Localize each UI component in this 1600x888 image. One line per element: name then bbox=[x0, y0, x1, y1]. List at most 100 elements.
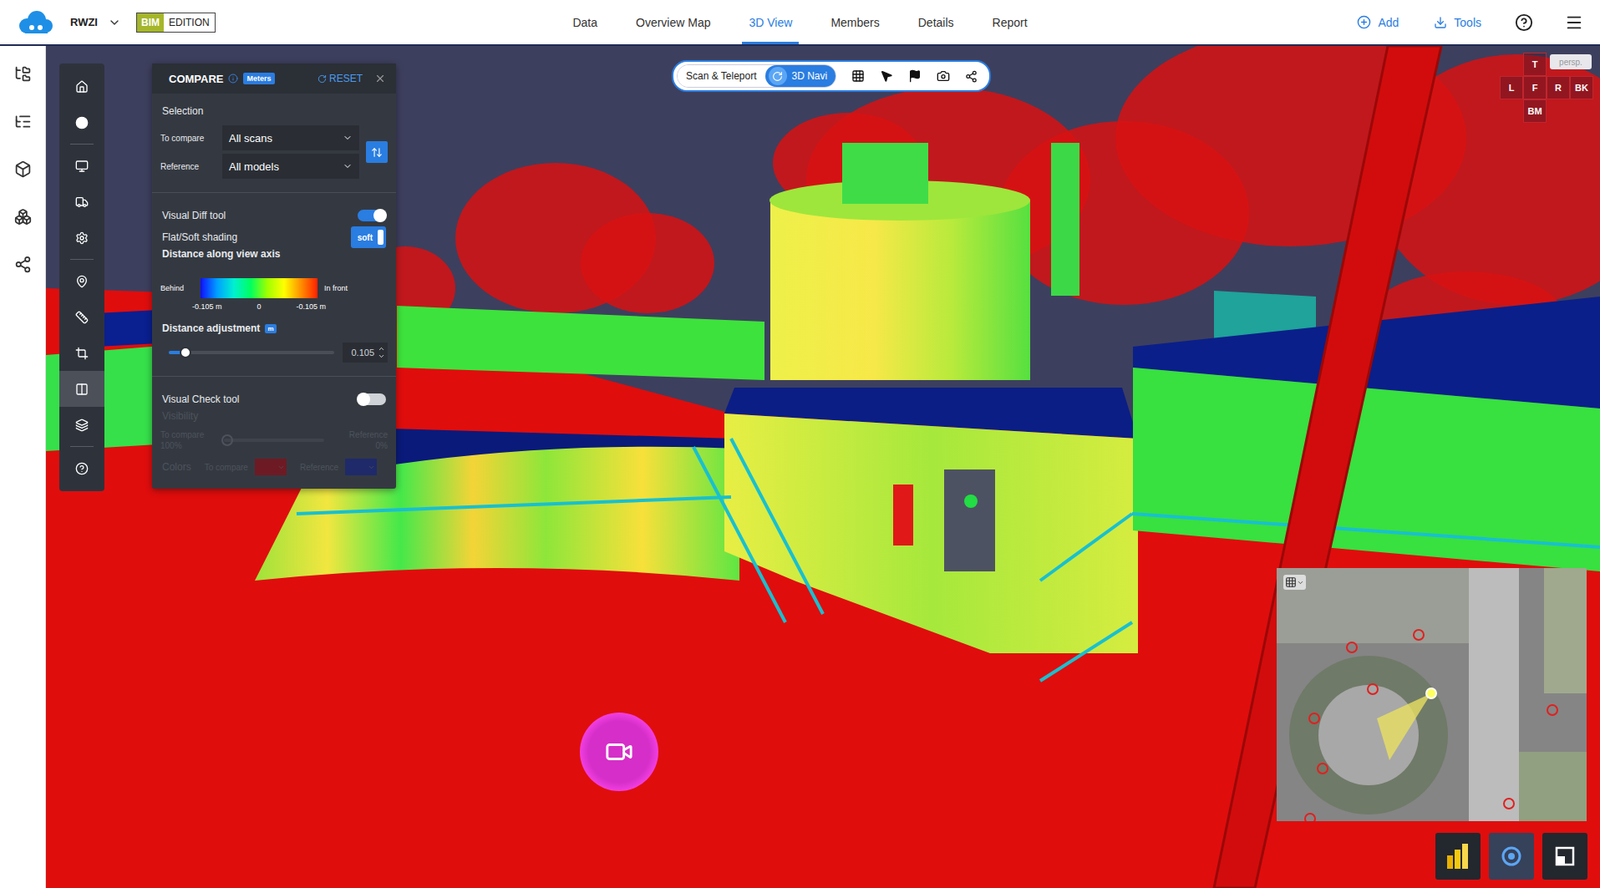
visibility-right-label: Reference bbox=[330, 430, 388, 440]
navigation-mode-button[interactable] bbox=[1488, 833, 1534, 880]
legend-right: In front bbox=[324, 284, 358, 293]
rail-tool[interactable] bbox=[59, 68, 105, 105]
reset-button[interactable]: RESET bbox=[312, 71, 368, 86]
screenshot-button[interactable] bbox=[936, 69, 950, 83]
fullscreen-button[interactable] bbox=[1542, 833, 1588, 880]
sidebar-item[interactable] bbox=[14, 65, 32, 83]
rail-tool[interactable] bbox=[59, 147, 105, 184]
edition-badge: BIMEDITION bbox=[136, 12, 216, 33]
distance-slider[interactable] bbox=[168, 350, 335, 355]
view-bim[interactable]: BM bbox=[1523, 99, 1547, 123]
view-side[interactable]: BK bbox=[1569, 76, 1594, 100]
cloud-logo-icon[interactable] bbox=[15, 9, 56, 36]
rail-tool[interactable] bbox=[59, 104, 105, 141]
add-button[interactable]: Add bbox=[1353, 11, 1402, 33]
plus-circle-icon bbox=[1356, 15, 1372, 30]
caret-icon bbox=[367, 463, 376, 472]
mode-switch: Scan & Teleport3D Navi bbox=[676, 64, 837, 88]
sidebar-item[interactable] bbox=[14, 208, 32, 226]
dropdown[interactable]: All models bbox=[222, 153, 360, 179]
legend: BehindIn front bbox=[160, 278, 388, 299]
tools-button[interactable]: Tools bbox=[1430, 12, 1485, 33]
nav-tab[interactable]: Overview Map bbox=[629, 0, 717, 45]
menu-button[interactable] bbox=[1563, 11, 1585, 34]
viewer-3d[interactable]: COMPAREMetersRESETSelectionTo compareAll… bbox=[45, 45, 1600, 888]
visual-check-toggle[interactable] bbox=[357, 393, 387, 406]
camera-icon bbox=[936, 69, 950, 83]
rail-tool[interactable] bbox=[59, 183, 105, 220]
tool-icon bbox=[75, 80, 89, 94]
viewer-toolbar: Scan & Teleport3D Navi bbox=[671, 60, 991, 92]
body: COMPAREMetersRESETSelectionTo compareAll… bbox=[0, 45, 1600, 888]
rail-tool[interactable] bbox=[59, 370, 105, 407]
select-button[interactable] bbox=[879, 69, 894, 83]
toggle-row: Flat/Soft shadingsoft bbox=[160, 226, 388, 249]
sidebar-item[interactable] bbox=[14, 112, 32, 131]
rail-tool[interactable] bbox=[59, 406, 105, 443]
visibility-slider bbox=[223, 438, 325, 442]
visual-diff-toggle[interactable] bbox=[357, 209, 387, 222]
toggle-label: Visual Diff tool bbox=[160, 209, 226, 222]
chevron-down-icon[interactable] bbox=[107, 15, 122, 30]
project-name[interactable]: RWZI bbox=[70, 15, 98, 29]
flag-button[interactable] bbox=[908, 69, 922, 83]
tool-icon bbox=[75, 231, 89, 245]
swap-button[interactable] bbox=[365, 141, 388, 163]
increment-icon[interactable] bbox=[377, 345, 386, 353]
left-sidebar bbox=[0, 45, 46, 888]
nav-tab[interactable]: 3D View bbox=[741, 0, 799, 45]
minimap-drawing[interactable] bbox=[1276, 568, 1587, 822]
close-button[interactable] bbox=[372, 71, 388, 87]
bar-chart-icon bbox=[1447, 843, 1469, 869]
download-icon bbox=[1433, 15, 1448, 30]
help-button[interactable] bbox=[1513, 11, 1535, 34]
visibility-row: To compare100%Reference0% bbox=[160, 430, 388, 451]
share-button[interactable] bbox=[965, 70, 978, 83]
view-side[interactable]: L bbox=[1499, 76, 1524, 100]
color-picker bbox=[345, 458, 377, 476]
distance-slider-row: 0.105 bbox=[160, 342, 388, 363]
scan-position-marker[interactable] bbox=[579, 712, 659, 792]
slider-thumb[interactable] bbox=[179, 346, 192, 359]
panel-body: Selection To compare All scans Reference All… bbox=[152, 93, 397, 476]
rail-tool[interactable] bbox=[59, 450, 105, 487]
projection-button[interactable]: persp. bbox=[1549, 54, 1592, 70]
brand[interactable]: RWZI BIMEDITION bbox=[15, 9, 566, 36]
mode-button[interactable]: 3D Navi bbox=[765, 65, 837, 87]
visibility-left-label: To compare bbox=[160, 430, 218, 440]
minimap-layer-button[interactable] bbox=[1283, 574, 1306, 590]
nav-tab[interactable]: Report bbox=[985, 0, 1035, 45]
tool-icon bbox=[75, 418, 89, 432]
flag-icon bbox=[908, 69, 922, 83]
tool-icon bbox=[75, 274, 89, 289]
distance-input[interactable]: 0.105 bbox=[342, 342, 388, 363]
shading-toggle[interactable]: soft bbox=[350, 226, 387, 249]
nav-tab[interactable]: Details bbox=[911, 0, 961, 45]
nav-tab[interactable]: Members bbox=[823, 0, 886, 45]
view-side[interactable]: R bbox=[1546, 76, 1570, 100]
minimap[interactable] bbox=[1276, 568, 1587, 822]
tick-label: -0.105 m bbox=[192, 302, 223, 311]
grid-button[interactable] bbox=[851, 69, 865, 83]
nav-tab[interactable]: Data bbox=[565, 0, 605, 45]
sidebar-item[interactable] bbox=[14, 255, 32, 274]
view-top[interactable]: T bbox=[1523, 52, 1547, 77]
box-icon bbox=[14, 160, 32, 178]
caret-icon bbox=[277, 463, 285, 472]
sidebar-item[interactable] bbox=[14, 160, 32, 178]
decrement-icon[interactable] bbox=[377, 352, 386, 361]
distance-header: Distance adjustmentm bbox=[160, 322, 388, 335]
mode-button[interactable]: Scan & Teleport bbox=[677, 65, 766, 87]
rail-tool[interactable] bbox=[59, 299, 105, 336]
tool-icon bbox=[75, 462, 89, 476]
selection-label: Selection bbox=[160, 105, 388, 117]
rail-tool[interactable] bbox=[59, 219, 105, 256]
dropdown[interactable]: All scans bbox=[222, 125, 360, 151]
caret-icon bbox=[1296, 579, 1305, 587]
view-side[interactable]: F bbox=[1523, 76, 1547, 100]
tick-label: 0 bbox=[256, 302, 261, 311]
rail-tool[interactable] bbox=[59, 335, 105, 371]
rail-tool[interactable] bbox=[59, 263, 105, 300]
report-button[interactable] bbox=[1435, 833, 1481, 880]
info-icon[interactable] bbox=[228, 73, 239, 84]
